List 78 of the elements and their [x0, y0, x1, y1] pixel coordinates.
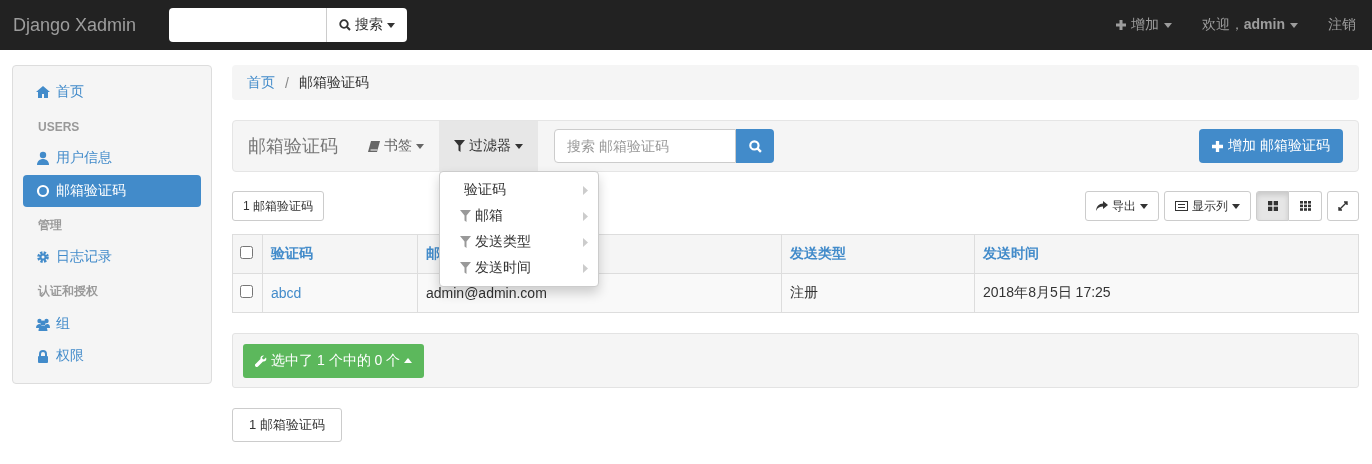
bookmarks-menu[interactable]: 书签 — [353, 121, 439, 171]
dropdown-item[interactable]: 发送时间 — [440, 255, 598, 281]
funnel-icon — [454, 140, 465, 152]
sidebar-item[interactable]: 组 — [23, 307, 201, 340]
section-header: 认证和授权 — [36, 283, 99, 301]
sidebar-item[interactable]: 邮箱验证码 — [23, 175, 201, 207]
funnel-icon — [460, 210, 471, 222]
breadcrumb-link[interactable]: 首页 — [247, 73, 275, 92]
fullscreen-button[interactable] — [1327, 191, 1359, 221]
section-header: 管理 — [37, 217, 63, 234]
user-icon — [36, 151, 50, 166]
record-link[interactable]: abcd — [271, 285, 302, 301]
caret-icon — [1163, 22, 1172, 28]
filter-menu[interactable]: 过滤器 — [439, 121, 538, 171]
chevron-icon — [583, 237, 588, 247]
search-button[interactable] — [736, 129, 774, 163]
caret-icon — [404, 358, 413, 363]
funnel-icon — [460, 262, 471, 274]
chevron-icon — [583, 185, 588, 195]
column-header[interactable]: 发送时间 — [983, 245, 1039, 261]
plus-icon — [1212, 140, 1224, 152]
logout-link[interactable]: 注销 — [1313, 16, 1372, 34]
caret-icon — [1290, 22, 1298, 28]
sidebar-item[interactable]: 日志记录 — [23, 241, 201, 274]
table-cell: admin@admin.com — [426, 285, 547, 301]
add-button[interactable]: 增加 邮箱验证码 — [1199, 129, 1343, 163]
section-header: USERS — [37, 118, 81, 136]
columns-button[interactable]: 显示列 — [1164, 191, 1251, 221]
sidebar-item[interactable]: 用户信息 — [23, 142, 201, 174]
search-icon — [339, 19, 352, 31]
book-icon — [368, 140, 380, 152]
row-checkbox[interactable] — [240, 285, 253, 298]
list-icon — [1175, 201, 1188, 211]
view-toggle[interactable] — [1256, 191, 1289, 221]
dropdown-item[interactable]: 邮箱 — [440, 203, 598, 229]
caret-icon — [1140, 203, 1148, 209]
search-field[interactable]: 搜索 邮箱验证码 — [554, 129, 736, 163]
column-header[interactable]: 验证码 — [271, 245, 313, 261]
caret-icon — [416, 143, 424, 149]
caret-icon — [515, 143, 523, 149]
plus-icon — [1115, 20, 1126, 30]
group-icon — [36, 316, 50, 331]
page-title: 邮箱验证码 — [247, 135, 339, 158]
search-field[interactable] — [169, 8, 327, 42]
sidebar-item[interactable]: 权限 — [23, 340, 201, 373]
caret-icon — [387, 22, 396, 28]
dropdown-item[interactable]: 发送类型 — [440, 229, 598, 255]
column-header[interactable]: 邮 — [426, 245, 440, 261]
chevron-icon — [583, 211, 588, 221]
search-icon — [748, 139, 762, 153]
share-arrow-icon — [1096, 201, 1108, 211]
home-icon — [36, 84, 50, 99]
brand-title[interactable]: Django Xadmin — [13, 14, 137, 36]
grid-icon — [1299, 201, 1311, 211]
wrench-icon — [255, 354, 267, 367]
count-button[interactable]: 1 邮箱验证码 — [232, 191, 324, 221]
column-header[interactable]: 发送类型 — [790, 245, 846, 261]
funnel-icon — [460, 236, 471, 248]
export-button[interactable]: 导出 — [1085, 191, 1159, 221]
view-toggle[interactable] — [1289, 191, 1322, 221]
caret-icon — [1232, 203, 1240, 209]
lock-icon — [36, 349, 50, 364]
select-all-checkbox[interactable] — [240, 246, 253, 259]
grid-icon — [1267, 201, 1278, 211]
breadcrumb-current: 邮箱验证码 — [298, 73, 369, 92]
chevron-icon — [583, 263, 588, 273]
table-cell: 注册 — [790, 284, 818, 300]
dropdown-item[interactable]: 验证码 — [440, 177, 598, 203]
search-button[interactable]: 搜索 — [326, 8, 408, 42]
sidebar-item[interactable]: 首页 — [23, 76, 201, 108]
add-menu[interactable]: 增加 — [1100, 16, 1187, 34]
expand-icon — [1338, 201, 1348, 211]
breadcrumb-separator: / — [284, 74, 290, 91]
pagination-button[interactable]: 1 邮箱验证码 — [232, 408, 342, 442]
user-menu[interactable]: 欢迎，admin — [1186, 16, 1313, 34]
gear-icon — [36, 250, 50, 265]
circle-icon — [36, 183, 50, 198]
table-cell: 2018年8月5日 17:25 — [983, 284, 1111, 300]
